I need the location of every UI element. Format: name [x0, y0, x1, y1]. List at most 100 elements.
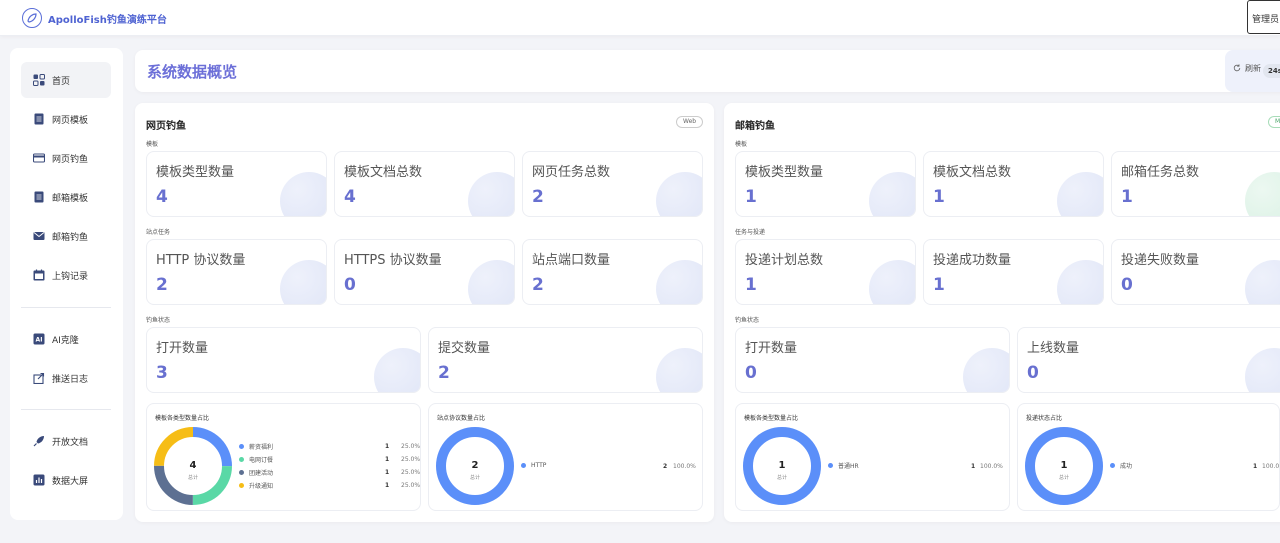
- app-logo[interactable]: ApolloFish钓鱼演练平台: [22, 8, 167, 28]
- stat-value: 0: [1027, 363, 1039, 383]
- sidebar-item-mail-phishing[interactable]: 邮箱钓鱼: [21, 218, 111, 254]
- sidebar-item-label: 网页钓鱼: [52, 154, 89, 165]
- legend-item[interactable]: 电网订餐: [239, 454, 273, 464]
- sidebar-item-hook-records[interactable]: 上钩记录: [21, 257, 111, 293]
- sidebar-item-data-screen[interactable]: 数据大屏: [21, 462, 111, 498]
- sidebar-item-web-templates[interactable]: 网页模板: [21, 101, 111, 137]
- stat-label: 投递失败数量: [1121, 253, 1200, 268]
- svg-text:AI: AI: [36, 337, 43, 344]
- stat-value: 2: [532, 275, 544, 295]
- admin-button[interactable]: 管理员: [1247, 0, 1280, 34]
- legend-percent: 100.0%: [980, 462, 1003, 470]
- stat-label: 模板文档总数: [933, 165, 1012, 180]
- sidebar-item-label: 首页: [52, 76, 71, 87]
- sidebar-item-label: 邮箱模板: [52, 193, 89, 204]
- legend-item[interactable]: 团建活动: [239, 467, 273, 477]
- sidebar-item-open-docs[interactable]: 开放文档: [21, 423, 111, 459]
- stat-label: 网页任务总数: [532, 165, 611, 180]
- stat-label: 邮箱任务总数: [1121, 165, 1200, 180]
- sidebar-item-web-phishing[interactable]: 网页钓鱼: [21, 140, 111, 176]
- legend-label: HTTP: [531, 462, 547, 469]
- decorative-circle: [280, 172, 326, 216]
- legend-item[interactable]: 成功: [1110, 461, 1132, 471]
- legend-label: 成功: [1120, 463, 1133, 470]
- stat-card: 上线数量 0: [1017, 327, 1280, 393]
- document-icon: [33, 113, 45, 125]
- legend-count: 2: [663, 462, 668, 470]
- legend-item[interactable]: HTTP: [521, 461, 546, 471]
- donut-center-value: 4: [190, 460, 197, 471]
- legend-item[interactable]: 普通HR: [828, 461, 859, 471]
- sidebar-item-home[interactable]: 首页: [21, 62, 111, 98]
- chart-title: 站点协议数量占比: [437, 415, 486, 422]
- legend-item[interactable]: 薪资福利: [239, 441, 273, 451]
- donut-center-value: 1: [779, 460, 786, 471]
- decorative-circle: [1245, 260, 1280, 304]
- sidebar-item-ai-clone[interactable]: AI AI克隆: [21, 321, 111, 357]
- chart-card: 投递状态占比 1 总计 成功 1 100.0%: [1017, 403, 1280, 511]
- legend-dot: [828, 463, 833, 468]
- decorative-circle: [1057, 172, 1103, 216]
- stat-card: 站点端口数量 2: [522, 239, 703, 305]
- donut-center-value: 1: [1061, 460, 1068, 471]
- push-icon: [33, 372, 45, 384]
- legend-count: 1: [385, 482, 390, 489]
- decorative-circle: [656, 172, 702, 216]
- legend-count: 1: [385, 469, 390, 476]
- grid-icon: [33, 74, 45, 86]
- legend-label: 团建活动: [249, 469, 274, 477]
- donut-chart: 1 总计: [743, 427, 821, 505]
- refresh-controls: 刷新 24s: [1225, 50, 1280, 92]
- stat-card: 模板类型数量 1: [735, 151, 916, 217]
- refresh-interval[interactable]: 24s: [1263, 64, 1280, 78]
- decorative-circle: [869, 172, 915, 216]
- stat-label: HTTPS 协议数量: [344, 253, 442, 268]
- section-label: 钓鱼状态: [146, 317, 171, 324]
- sidebar-item-push-log[interactable]: 推送日志: [21, 360, 111, 396]
- chart-card: 模板各类型数量占比 4 总计 薪资福利 1 25.0% 电网订餐 1 25.0% 团建活动 1 25…: [146, 403, 421, 511]
- refresh-button[interactable]: 刷新: [1233, 63, 1261, 74]
- donut-center-value: 2: [472, 460, 479, 471]
- section-label: 模板: [146, 141, 159, 148]
- legend-item[interactable]: 升级通知: [239, 480, 273, 490]
- decorative-circle: [1245, 348, 1280, 392]
- decorative-circle: [280, 260, 326, 304]
- sidebar-item-label: 邮箱钓鱼: [52, 232, 89, 243]
- donut-chart: 4 总计: [154, 427, 232, 505]
- chart-icon: [33, 474, 45, 486]
- stat-value: 0: [344, 275, 356, 295]
- stat-value: 1: [745, 187, 757, 207]
- sidebar-divider: [21, 409, 111, 410]
- donut-chart: 1 总计: [1025, 427, 1103, 505]
- refresh-icon: [1233, 63, 1241, 74]
- stat-value: 1: [933, 275, 945, 295]
- app-name: ApolloFish钓鱼演练平台: [48, 14, 167, 26]
- legend-count: 1: [1253, 462, 1258, 470]
- stat-value: 0: [1121, 275, 1133, 295]
- panel-badge: Mail: [1268, 116, 1280, 128]
- section-label: 站点任务: [146, 229, 171, 236]
- stat-value: 0: [745, 363, 757, 383]
- legend-percent: 25.0%: [401, 443, 421, 450]
- decorative-circle: [468, 260, 514, 304]
- stat-card: 打开数量 0: [735, 327, 1010, 393]
- sidebar-item-label: AI克隆: [52, 335, 79, 346]
- sidebar-item-mail-templates[interactable]: 邮箱模板: [21, 179, 111, 215]
- legend-dot: [239, 482, 244, 488]
- legend-dot: [239, 456, 244, 462]
- legend-dot: [239, 443, 244, 449]
- stat-label: 提交数量: [438, 341, 491, 356]
- legend-dot: [521, 463, 526, 468]
- stat-label: 模板类型数量: [745, 165, 824, 180]
- stat-card: 投递成功数量 1: [923, 239, 1104, 305]
- stat-card: 邮箱任务总数 1: [1111, 151, 1280, 217]
- panel-title: 邮箱钓鱼: [735, 121, 775, 132]
- stat-card: 模板文档总数 4: [334, 151, 515, 217]
- sidebar: 首页 网页模板 网页钓鱼 邮箱模板 邮箱钓鱼 上钩记录 AI AI克隆 推送日志…: [10, 48, 123, 520]
- donut-center-label: 总计: [777, 474, 787, 481]
- legend-percent: 25.0%: [401, 456, 421, 463]
- stat-value: 3: [156, 363, 168, 383]
- stat-value: 2: [156, 275, 168, 295]
- decorative-circle: [869, 260, 915, 304]
- stat-label: 投递计划总数: [745, 253, 824, 268]
